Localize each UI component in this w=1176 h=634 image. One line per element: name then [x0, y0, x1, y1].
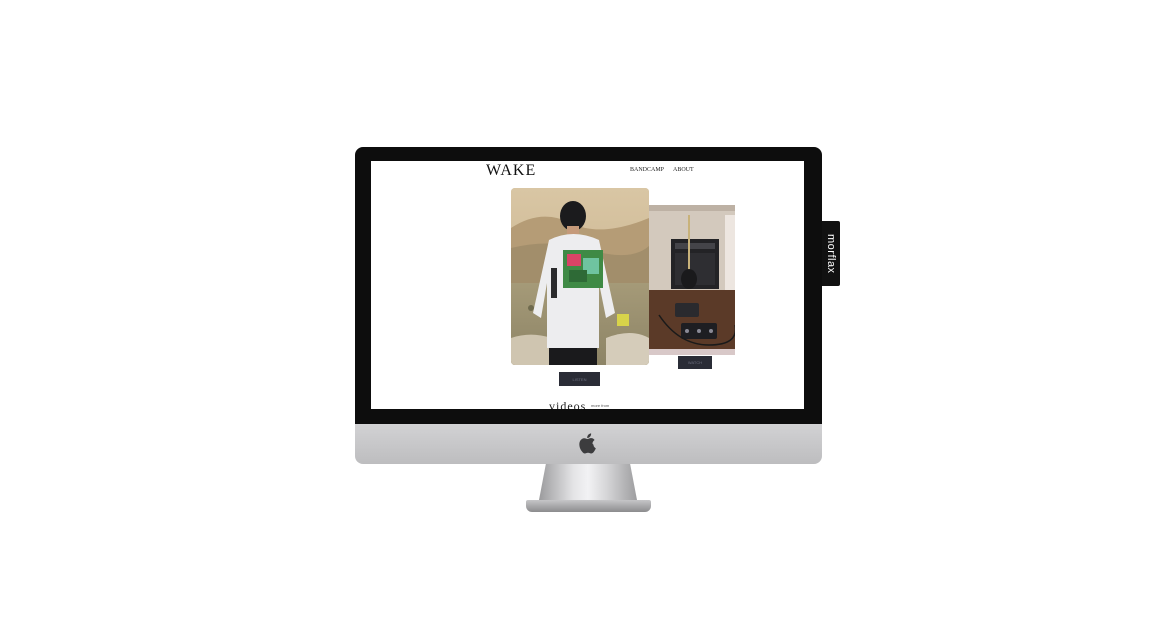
imac-stand-neck — [539, 464, 637, 500]
section-heading: videos — [549, 399, 587, 409]
site-nav: BANDCAMP ABOUT — [630, 167, 694, 173]
mockup-stage: WAKE BANDCAMP ABOUT LISTEN WATCH videos … — [0, 0, 1176, 634]
desert-photo — [511, 188, 649, 365]
side-tab-label: morflax — [825, 233, 837, 274]
secondary-photo-card[interactable] — [649, 205, 735, 355]
site-logo[interactable]: WAKE — [486, 162, 536, 180]
imac-screen: WAKE BANDCAMP ABOUT LISTEN WATCH videos … — [371, 161, 804, 409]
imac-stand-base — [526, 500, 651, 512]
guitar-amp-photo — [649, 205, 735, 355]
nav-item-bandcamp[interactable]: BANDCAMP — [630, 167, 664, 173]
watch-button[interactable]: WATCH — [678, 356, 712, 369]
nav-item-about[interactable]: ABOUT — [673, 167, 694, 173]
apple-logo-icon — [579, 433, 596, 454]
section-subheading: more from — [591, 403, 610, 408]
featured-photo-card[interactable] — [511, 188, 649, 365]
morflax-side-tab[interactable]: morflax — [822, 221, 840, 286]
listen-button[interactable]: LISTEN — [559, 372, 600, 386]
